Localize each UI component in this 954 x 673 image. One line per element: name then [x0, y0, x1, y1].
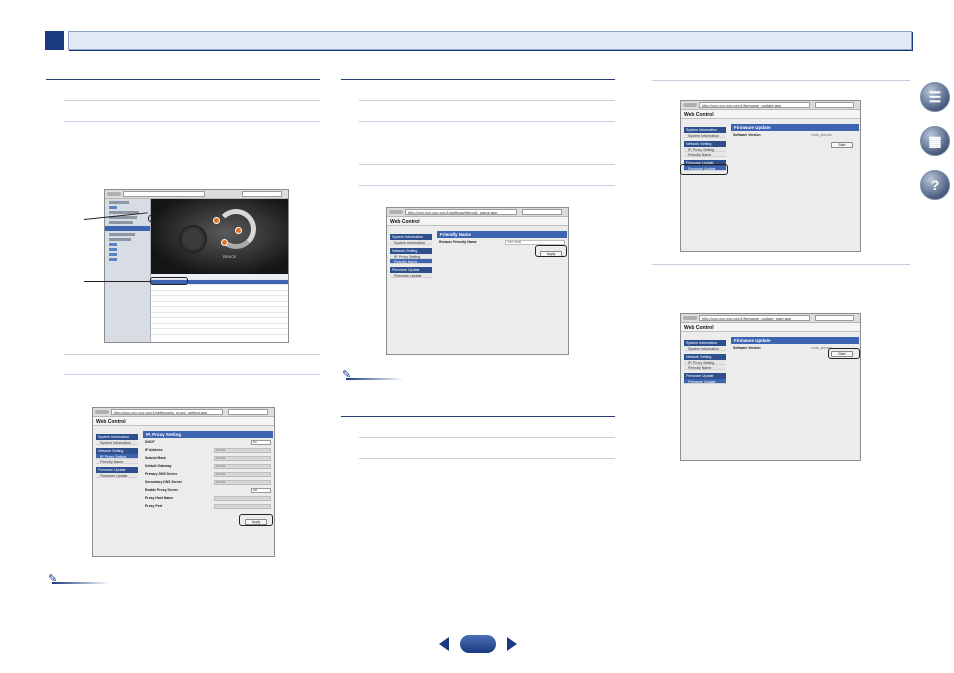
list-item[interactable] — [151, 329, 288, 335]
book-icon[interactable]: ☰ — [920, 82, 950, 112]
start-highlight — [828, 348, 860, 359]
disc-graphic — [179, 225, 207, 253]
firmware-nav-highlight — [680, 164, 728, 175]
artwork-stage: DEVICE — [151, 199, 288, 274]
url-bar[interactable]: http://xxx.xxx.xxx.xxx/1/firmware_update… — [699, 102, 810, 108]
page-title: Firmware Update — [731, 337, 859, 344]
browser-toolbar — [105, 190, 288, 199]
note-icon: ✎ — [48, 572, 110, 585]
ip-address-field[interactable]: 0.0.0.0 — [213, 447, 271, 453]
friendly-name-field[interactable]: VSX-S500 — [505, 239, 565, 245]
proxy-select[interactable]: Off — [251, 487, 271, 493]
apply-highlight — [239, 514, 273, 526]
previous-page-icon[interactable] — [439, 637, 449, 651]
step-rule — [359, 437, 615, 438]
nav-item-system-info[interactable]: System Information — [390, 240, 432, 245]
step-rule — [359, 121, 615, 122]
gateway-field[interactable]: 0.0.0.0 — [213, 463, 271, 469]
page-title: Firmware Update — [731, 124, 859, 131]
step-rule — [64, 354, 320, 355]
proxy-form: IP, Proxy Setting DHCP On IP Address 0.0.0… — [143, 431, 273, 510]
start-button[interactable]: Start — [831, 142, 853, 148]
nav-item-system-info[interactable]: System Information — [684, 346, 726, 351]
step-rule — [64, 374, 320, 375]
firmware-window-1: http://xxx.xxx.xxx.xxx/1/firmware_update… — [680, 100, 861, 252]
app-sidebar — [105, 199, 151, 342]
app-brand: Web Control — [387, 217, 568, 226]
search-field[interactable] — [522, 209, 562, 215]
heading-rule — [341, 79, 615, 80]
nav-menu: System Information System Information Ne… — [96, 431, 138, 478]
app-brand: Web Control — [681, 323, 860, 332]
firmware-window-2: http://xxx.xxx.xxx.xxx/1/firmware_update… — [680, 313, 861, 461]
page-navigation — [437, 633, 519, 655]
manual-page: ☰ ▦ ? DEVICE http://xxx.xxx.xxx.xxx/1/se… — [0, 0, 954, 673]
nav-item-firmware[interactable]: Firmware Update — [684, 379, 726, 384]
step-rule — [652, 264, 910, 265]
dhcp-select[interactable]: On — [251, 439, 271, 445]
step-rule — [359, 458, 615, 459]
app-brand: Web Control — [93, 417, 274, 426]
proxy-host-field[interactable] — [213, 495, 271, 501]
search-field[interactable] — [814, 102, 854, 108]
nav-menu: System Information System Information Ne… — [684, 337, 726, 384]
friendly-name-window: http://xxx.xxx.xxx.xxx/1/settings/friend… — [386, 207, 569, 355]
remote-control-icon[interactable]: ▦ — [920, 126, 950, 156]
section-marker — [45, 31, 64, 50]
proxy-port-field[interactable] — [213, 503, 271, 509]
section-header-bar — [68, 31, 912, 50]
page-number-pill[interactable] — [460, 635, 496, 653]
page-title: IP, Proxy Setting — [143, 431, 273, 438]
note-icon: ✎ — [342, 368, 404, 381]
step-rule — [359, 185, 615, 186]
url-bar[interactable]: http://xxx.xxx.xxx.xxx/1/firmware_update… — [699, 315, 810, 321]
nav-menu: System Information System Information Ne… — [390, 231, 432, 278]
step-rule — [64, 100, 320, 101]
nav-item-friendly-name[interactable]: Friendly Name — [390, 259, 432, 264]
nav-item-system-info[interactable]: System Information — [684, 133, 726, 138]
url-bar[interactable]: http://xxx.xxx.xxx.xxx/1/settings/friend… — [405, 209, 518, 215]
firmware-panel: Firmware Update Software Version x.xxx_xx… — [731, 124, 859, 139]
step-rule — [652, 80, 910, 81]
primary-dns-field[interactable]: 0.0.0.0 — [213, 471, 271, 477]
selected-device-row[interactable] — [105, 226, 150, 231]
nav-item-friendly-name[interactable]: Friendly Name — [684, 152, 726, 157]
next-page-icon[interactable] — [507, 637, 517, 651]
url-bar[interactable]: http://xxx.xxx.xxx.xxx/1/settings/ip_pro… — [111, 409, 224, 415]
search-field[interactable] — [814, 315, 854, 321]
search-field[interactable] — [228, 409, 268, 415]
heading-rule — [46, 79, 320, 80]
friendly-form: Friendly Name Rename Friendly Name VSX-S5… — [437, 231, 567, 246]
proxy-settings-window: http://xxx.xxx.xxx.xxx/1/settings/ip_pro… — [92, 407, 275, 557]
nav-item-friendly-name[interactable]: Friendly Name — [684, 365, 726, 370]
nav-item-friendly-name[interactable]: Friendly Name — [96, 459, 138, 464]
nav-item-system-info[interactable]: System Information — [96, 440, 138, 445]
secondary-dns-field[interactable]: 0.0.0.0 — [213, 479, 271, 485]
page-title: Friendly Name — [437, 231, 567, 238]
step-rule — [359, 100, 615, 101]
step-rule — [359, 164, 615, 165]
step-rule — [64, 121, 320, 122]
heading-rule — [341, 416, 615, 417]
app-brand: Web Control — [681, 110, 860, 119]
app-screenshot: DEVICE — [104, 189, 289, 343]
callout-highlight-1 — [148, 215, 156, 222]
help-icon[interactable]: ? — [920, 170, 950, 200]
nav-item-firmware[interactable]: Firmware Update — [390, 273, 432, 278]
apply-highlight — [535, 245, 567, 257]
callout-line-2 — [84, 281, 150, 282]
nav-item-firmware[interactable]: Firmware Update — [96, 473, 138, 478]
device-tag: DEVICE — [223, 255, 237, 259]
callout-highlight-2 — [150, 277, 188, 285]
software-version-value: x.xxx_xxx.xxx — [811, 133, 832, 137]
subnet-field[interactable]: 0.0.0.0 — [213, 455, 271, 461]
